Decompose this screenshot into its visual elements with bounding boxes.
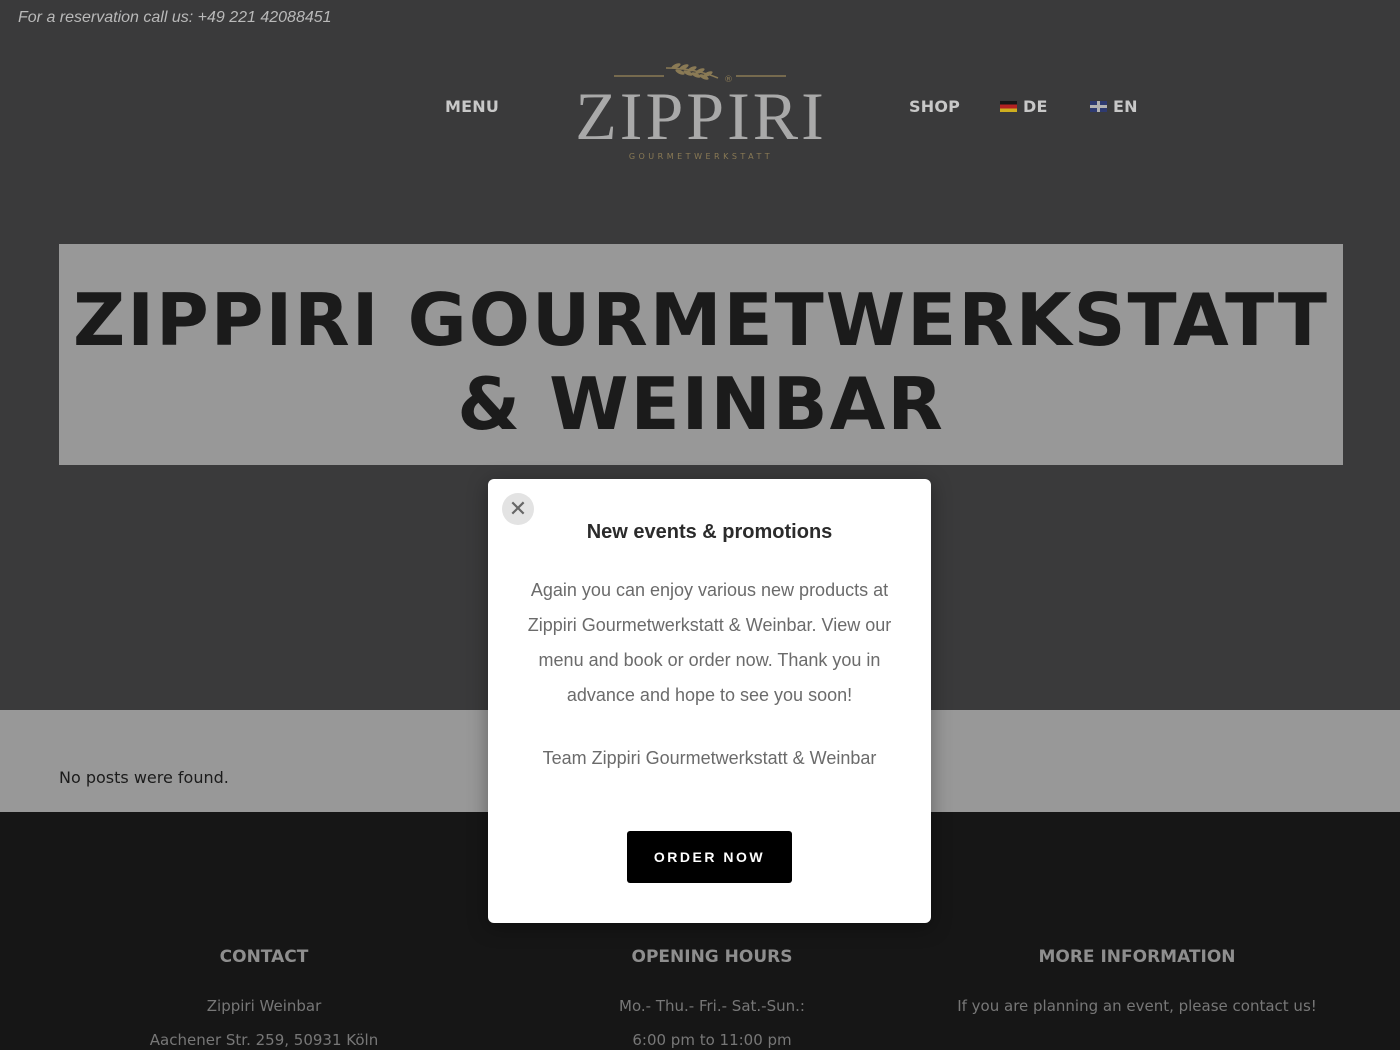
modal-body-text: Again you can enjoy various new products… [527,580,892,705]
modal-signature: Team Zippiri Gourmetwerkstatt & Weinbar [542,748,877,768]
promo-modal: ✕ New events & promotions Again you can … [488,479,931,923]
order-now-button[interactable]: ORDER NOW [627,831,792,883]
modal-title: New events & promotions [586,521,833,543]
page: For a reservation call us: +49 221 42088… [0,0,1400,1050]
